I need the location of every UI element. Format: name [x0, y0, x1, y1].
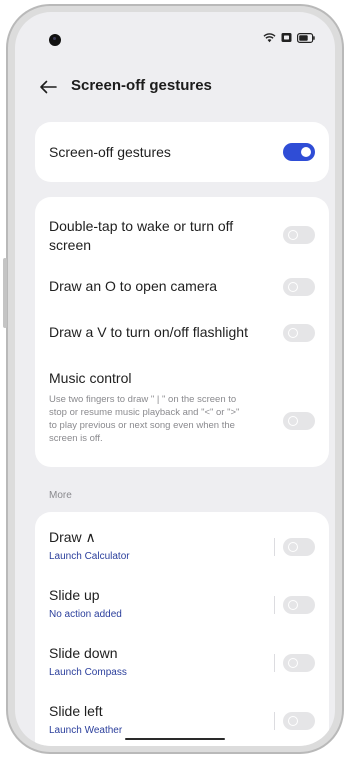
- gesture-title-draw-o: Draw an O to open camera: [49, 278, 218, 294]
- row-divider: [274, 596, 275, 614]
- header: Screen-off gestures: [15, 68, 335, 108]
- gesture-toggle-music-control[interactable]: [283, 412, 315, 430]
- gesture-row-draw-o[interactable]: Draw an O to open camera: [35, 263, 329, 309]
- section-label-more: More: [49, 490, 72, 501]
- row-divider: [274, 654, 275, 672]
- gestures-card: Double-tap to wake or turn off screen Dr…: [35, 197, 329, 467]
- gesture-toggle-draw-o[interactable]: [283, 278, 315, 296]
- gesture-toggle-double-tap[interactable]: [283, 226, 315, 244]
- back-button[interactable]: [35, 74, 61, 100]
- more-toggle-slide-up[interactable]: [283, 596, 315, 614]
- toggle-knob: [288, 658, 298, 668]
- music-control-desc-line4: screen is off.: [49, 433, 103, 444]
- gesture-row-draw-v[interactable]: Draw a V to turn on/off flashlight: [35, 309, 329, 355]
- more-row-draw[interactable]: Draw ∧ Launch Calculator: [35, 512, 329, 570]
- master-toggle-row[interactable]: Screen-off gestures: [35, 122, 329, 182]
- home-indicator[interactable]: [125, 738, 225, 740]
- master-toggle-switch[interactable]: [283, 143, 315, 161]
- battery-icon: [297, 32, 315, 43]
- toggle-knob: [288, 230, 298, 240]
- side-button: [3, 258, 7, 328]
- more-title-slide-down: Slide down: [49, 645, 118, 661]
- music-control-desc-line1: Use two fingers to draw " | " on the scr…: [49, 394, 237, 405]
- sim-icon: [281, 33, 292, 42]
- wifi-icon: [263, 33, 276, 43]
- front-camera: [49, 34, 61, 46]
- toggle-knob: [288, 542, 298, 552]
- more-title-draw: Draw ∧: [49, 529, 96, 545]
- master-toggle-card: Screen-off gestures: [35, 122, 329, 182]
- row-divider: [274, 712, 275, 730]
- gesture-title-double-tap-line2: screen: [49, 237, 92, 253]
- page-title: Screen-off gestures: [71, 77, 212, 94]
- gesture-row-music-control[interactable]: Music control Use two fingers to draw " …: [35, 355, 329, 467]
- row-divider: [274, 538, 275, 556]
- more-action-slide-left: Launch Weather: [49, 725, 123, 736]
- toggle-knob: [301, 147, 311, 157]
- toggle-knob: [288, 328, 298, 338]
- more-action-draw: Launch Calculator: [49, 551, 130, 562]
- back-arrow-icon: [40, 80, 57, 94]
- gesture-toggle-draw-v[interactable]: [283, 324, 315, 342]
- more-card: Draw ∧ Launch Calculator Slide up No act…: [35, 512, 329, 746]
- screen: Screen-off gestures Screen-off gestures …: [15, 12, 335, 746]
- master-toggle-label: Screen-off gestures: [49, 144, 171, 160]
- status-bar: [15, 12, 335, 58]
- more-action-slide-down: Launch Compass: [49, 667, 127, 678]
- gesture-title-double-tap-line1: Double-tap to wake or turn off: [49, 218, 234, 234]
- more-toggle-slide-left[interactable]: [283, 712, 315, 730]
- gesture-row-double-tap[interactable]: Double-tap to wake or turn off screen: [35, 197, 329, 263]
- more-title-slide-up: Slide up: [49, 587, 100, 603]
- more-toggle-draw[interactable]: [283, 538, 315, 556]
- toggle-knob: [288, 600, 298, 610]
- toggle-knob: [288, 282, 298, 292]
- status-icons: [263, 32, 315, 43]
- more-row-slide-down[interactable]: Slide down Launch Compass: [35, 628, 329, 686]
- music-control-desc-line3: to play previous or next song even when …: [49, 420, 235, 431]
- toggle-knob: [288, 716, 298, 726]
- gesture-title-draw-v: Draw a V to turn on/off flashlight: [49, 324, 248, 340]
- more-title-slide-left: Slide left: [49, 703, 103, 719]
- toggle-knob: [288, 416, 298, 426]
- more-row-slide-left[interactable]: Slide left Launch Weather: [35, 686, 329, 744]
- more-toggle-slide-down[interactable]: [283, 654, 315, 672]
- gesture-title-music-control: Music control: [49, 370, 132, 386]
- music-control-desc-line2: stop or resume music playback and "<" or…: [49, 407, 240, 418]
- more-action-slide-up: No action added: [49, 609, 122, 620]
- more-row-slide-up[interactable]: Slide up No action added: [35, 570, 329, 628]
